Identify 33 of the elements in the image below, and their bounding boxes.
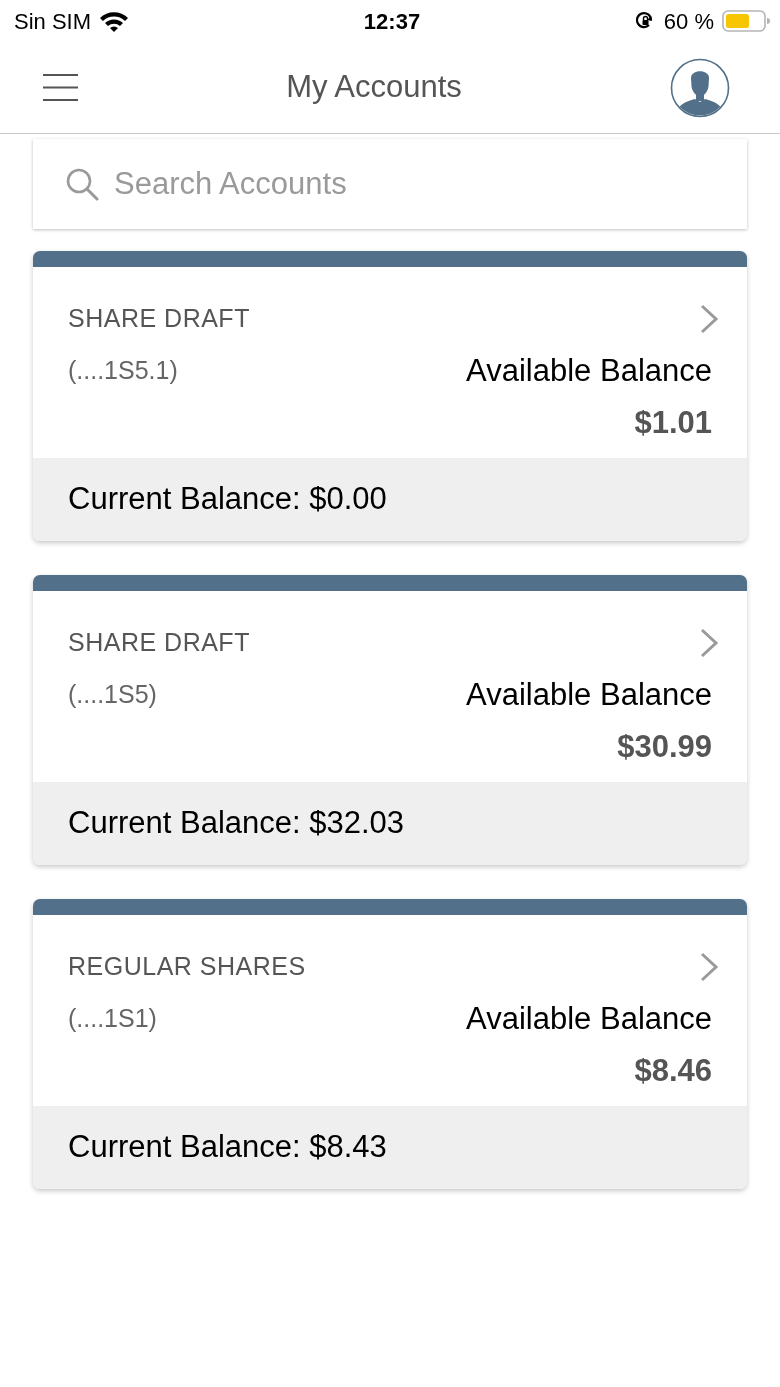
clock-time: 12:37 (363, 7, 421, 36)
battery-icon (722, 10, 770, 32)
chevron-right-icon (698, 303, 720, 335)
battery-percent: 60 % (663, 7, 714, 36)
menu-button[interactable] (43, 74, 78, 101)
menu-icon (43, 74, 78, 101)
account-type: REGULAR SHARES (68, 951, 306, 983)
account-type: SHARE DRAFT (68, 303, 250, 335)
account-card[interactable]: REGULAR SHARES (....1S1) Available Balance $8.46 Current Balance: $8.43 (33, 899, 747, 1189)
available-balance-amount: $8.46 (634, 1052, 712, 1091)
available-balance-label: Available Balance (466, 351, 712, 390)
carrier-text: Sin SIM (14, 7, 92, 36)
available-balance-label: Available Balance (466, 675, 712, 714)
current-balance-text: Current Balance: $8.43 (68, 1128, 387, 1167)
search-field[interactable]: Search Accounts (33, 139, 747, 229)
available-balance-amount: $30.99 (617, 728, 712, 767)
current-balance-text: Current Balance: $32.03 (68, 804, 405, 843)
available-balance-amount: $1.01 (634, 404, 712, 443)
account-number: (....1S5.1) (68, 355, 178, 387)
search-icon (66, 168, 99, 201)
account-card[interactable]: SHARE DRAFT (....1S5) Available Balance $30.99 Current Balance: $32.03 (33, 575, 747, 865)
current-balance-text: Current Balance: $0.00 (68, 480, 387, 519)
chevron-right-icon (698, 627, 720, 659)
account-number: (....1S1) (68, 1003, 157, 1035)
wifi-icon (99, 10, 130, 32)
chevron-right-icon (698, 951, 720, 983)
available-balance-label: Available Balance (466, 999, 712, 1038)
avatar-icon (670, 57, 730, 118)
account-number: (....1S5) (68, 679, 157, 711)
page-title: My Accounts (286, 68, 462, 107)
account-card[interactable]: SHARE DRAFT (....1S5.1) Available Balance $1.01 Current Balance: $0.00 (33, 251, 747, 541)
profile-button[interactable] (670, 57, 730, 118)
account-type: SHARE DRAFT (68, 627, 250, 659)
